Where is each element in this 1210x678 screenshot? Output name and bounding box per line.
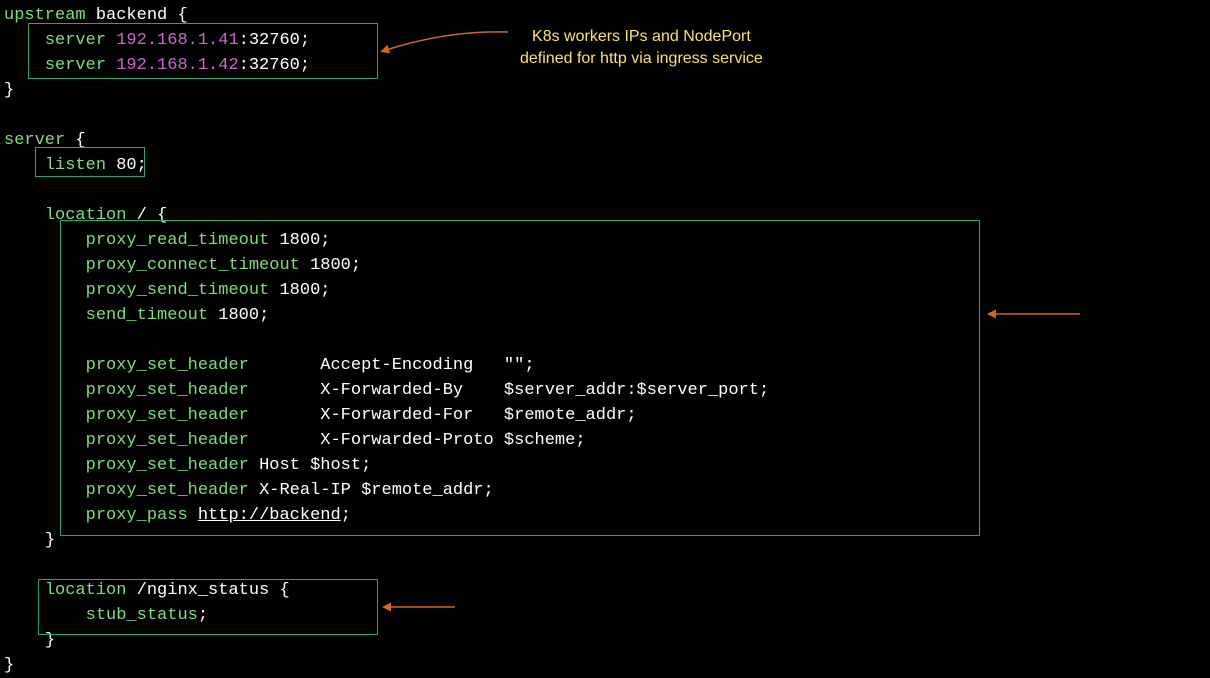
directive-proxy-read-timeout: proxy_read_timeout xyxy=(86,231,270,250)
keyword-listen: listen xyxy=(45,156,106,175)
directive-proxy-send-timeout: proxy_send_timeout xyxy=(86,281,270,300)
keyword-upstream: upstream xyxy=(4,6,86,25)
directive-proxy-set-header: proxy_set_header xyxy=(86,406,249,425)
keyword-server-block: server xyxy=(4,131,65,150)
directive-proxy-set-header: proxy_set_header xyxy=(86,481,249,500)
server1-port: :32760 xyxy=(239,31,300,50)
upstream-name: backend xyxy=(96,6,167,25)
keyword-location: location xyxy=(45,206,127,225)
keyword-location: location xyxy=(45,581,127,600)
keyword-server: server xyxy=(45,56,106,75)
location-status-path: /nginx_status xyxy=(137,581,270,600)
directive-proxy-set-header: proxy_set_header xyxy=(86,431,249,450)
nginx-config-code: upstream backend { server 192.168.1.41:3… xyxy=(4,3,769,678)
directive-proxy-connect-timeout: proxy_connect_timeout xyxy=(86,256,300,275)
annotation-line2: defined for http via ingress service xyxy=(520,50,763,67)
arrow-to-location-root xyxy=(985,300,1085,330)
keyword-server: server xyxy=(45,31,106,50)
annotation-text: K8s workers IPs and NodePort defined for… xyxy=(520,26,763,70)
directive-proxy-pass: proxy_pass xyxy=(86,506,188,525)
location-path: / xyxy=(137,206,147,225)
server2-port: :32760 xyxy=(239,56,300,75)
server2-ip: 192.168.1.42 xyxy=(116,56,238,75)
annotation-line1: K8s workers IPs and NodePort xyxy=(532,28,751,45)
proxy-pass-url: http://backend xyxy=(198,506,341,525)
directive-stub-status: stub_status xyxy=(86,606,198,625)
directive-proxy-set-header: proxy_set_header xyxy=(86,381,249,400)
server1-ip: 192.168.1.41 xyxy=(116,31,238,50)
directive-send-timeout: send_timeout xyxy=(86,306,208,325)
directive-proxy-set-header: proxy_set_header xyxy=(86,356,249,375)
listen-value: 80 xyxy=(116,156,136,175)
directive-proxy-set-header: proxy_set_header xyxy=(86,456,249,475)
